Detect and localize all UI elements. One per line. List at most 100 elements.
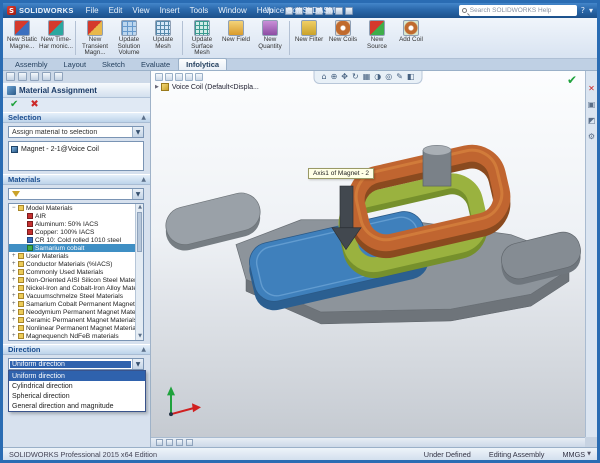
material-tree-item[interactable]: Ceramic Permanent Magnet Materials: [9, 316, 135, 324]
material-tree-item[interactable]: Neodymium Permanent Magnet Materials: [9, 308, 135, 316]
materials-section-header[interactable]: Materials ▲: [3, 174, 150, 185]
selection-list[interactable]: Magnet - 2-1@Voice Coil: [8, 141, 144, 171]
chevron-down-icon[interactable]: ▼: [132, 359, 143, 369]
ribbon-button[interactable]: Update Surface Mesh: [185, 18, 219, 58]
dropdown-option[interactable]: General direction and magnitude: [9, 401, 145, 411]
help-search-box[interactable]: [459, 5, 577, 16]
ribbon-button[interactable]: Add Coil: [394, 18, 428, 58]
material-tree-item[interactable]: Copper: 100% IACS: [9, 228, 135, 236]
ribbon-button[interactable]: Update Solution Volume: [112, 18, 146, 58]
ribbon-button[interactable]: New Field: [219, 18, 253, 58]
search-input[interactable]: [470, 7, 574, 14]
ribbon-button[interactable]: New Source: [360, 18, 394, 58]
assembly-tree-root[interactable]: ▶ Voice Coil (Default<Displa...: [155, 83, 259, 91]
menu-item[interactable]: View: [128, 5, 153, 16]
command-tab[interactable]: Infolytica: [178, 58, 227, 70]
3d-views-tab-icon[interactable]: [176, 439, 183, 446]
ribbon-button[interactable]: Update Mesh: [146, 18, 180, 58]
material-tree-item[interactable]: Commonly Used Materials: [9, 268, 135, 276]
custom-properties-icon[interactable]: ⚙: [588, 133, 595, 141]
task-pane-icon[interactable]: ▣: [588, 101, 596, 109]
options-icon[interactable]: [345, 7, 353, 15]
property-manager-tab-icon[interactable]: [165, 73, 173, 81]
ribbon-button[interactable]: New Time-Har monic...: [39, 18, 73, 58]
dropdown-option[interactable]: Uniform direction: [9, 371, 145, 381]
material-tree-item[interactable]: Magnequench NdFeB materials: [9, 332, 135, 340]
expand-toolbar-icon[interactable]: ▾: [589, 6, 593, 15]
material-tree-item[interactable]: Model Materials: [9, 204, 135, 212]
chevron-down-icon[interactable]: ▼: [132, 189, 143, 199]
ribbon-button[interactable]: New Transient Magn...: [78, 18, 112, 58]
model-tab-icon[interactable]: [156, 439, 163, 446]
ribbon-button[interactable]: New Filter: [292, 18, 326, 58]
command-tab[interactable]: Sketch: [94, 58, 133, 70]
edit-appearance-icon[interactable]: ✎: [396, 73, 403, 81]
zoom-to-fit-icon[interactable]: ⌂: [322, 73, 327, 81]
ribbon-button[interactable]: New Static Magne...: [5, 18, 39, 58]
configuration-manager-tab-icon[interactable]: [175, 73, 183, 81]
command-tab[interactable]: Assembly: [7, 58, 56, 70]
scroll-down-icon[interactable]: ▼: [136, 333, 144, 340]
dropdown-option[interactable]: Cylindrical direction: [9, 381, 145, 391]
display-manager-tab-icon[interactable]: [195, 73, 203, 81]
command-tab[interactable]: Evaluate: [133, 58, 178, 70]
view-orientation-icon[interactable]: ▦: [363, 73, 371, 81]
selection-list-item[interactable]: Magnet - 2-1@Voice Coil: [11, 144, 141, 154]
feature-manager-tab-icon[interactable]: [6, 72, 15, 81]
selection-section-header[interactable]: Selection ▲: [3, 112, 150, 123]
material-tree-item[interactable]: Conductor Materials (%IACS): [9, 260, 135, 268]
appearances-pane-icon[interactable]: ◩: [588, 117, 596, 125]
help-icon[interactable]: ?: [581, 6, 585, 15]
display-manager-tab-icon[interactable]: [54, 72, 63, 81]
rebuild-icon[interactable]: [335, 7, 343, 15]
ribbon-button[interactable]: New Coils: [326, 18, 360, 58]
material-tree-item[interactable]: Samarium Cobalt Permanent Magnet Materia…: [9, 300, 135, 308]
direction-section-header[interactable]: Direction ▲: [3, 344, 150, 355]
section-view-icon[interactable]: ◧: [407, 73, 415, 81]
pan-icon[interactable]: ✥: [341, 73, 348, 81]
expander-icon[interactable]: ▶: [155, 84, 159, 90]
zoom-area-icon[interactable]: ⊕: [331, 73, 338, 81]
material-tree-item[interactable]: Nickel-Iron and Cobalt-Iron Alloy Materi…: [9, 284, 135, 292]
chevron-down-icon[interactable]: ▼: [132, 127, 143, 137]
graphics-viewport[interactable]: ⌂ ⊕✥ ↻ ▦◑ ◎ ✎ ◧ ▶ Voice Coil (Default<Displa..…: [151, 71, 585, 437]
material-tree-item[interactable]: AIR: [9, 212, 135, 220]
assembly-3d-model[interactable]: [151, 71, 585, 437]
material-tree-item[interactable]: Vacuumschmelze Steel Materials: [9, 292, 135, 300]
material-tree-item[interactable]: Nonlinear Permanent Magnet Materials: [9, 324, 135, 332]
ok-button[interactable]: ✔: [10, 100, 18, 110]
feature-manager-tab-icon[interactable]: [155, 73, 163, 81]
close-pane-icon[interactable]: ✕: [588, 85, 595, 93]
command-tab[interactable]: Layout: [56, 58, 95, 70]
scroll-up-icon[interactable]: ▲: [136, 204, 144, 211]
menu-item[interactable]: Insert: [156, 5, 184, 16]
dimxpert-manager-tab-icon[interactable]: [185, 73, 193, 81]
dropdown-option[interactable]: Spherical direction: [9, 391, 145, 401]
material-filter-box[interactable]: ▼: [8, 188, 144, 200]
direction-combobox[interactable]: Uniform direction ▼: [8, 358, 144, 370]
menu-item[interactable]: File: [82, 5, 103, 16]
menu-item[interactable]: Window: [214, 5, 250, 16]
motion-study-tab-icon[interactable]: [166, 439, 173, 446]
dimxpert-manager-tab-icon[interactable]: [42, 72, 51, 81]
assign-material-combo[interactable]: Assign material to selection ▼: [8, 126, 144, 138]
scrollbar-thumb[interactable]: [137, 212, 142, 252]
menu-item[interactable]: Edit: [105, 5, 127, 16]
material-tree-item[interactable]: CR 10: Cold rolled 1010 steel: [9, 236, 135, 244]
hide-show-items-icon[interactable]: ◎: [385, 73, 392, 81]
units-selector[interactable]: MMGS ▼: [562, 450, 591, 459]
cancel-button[interactable]: ✖: [30, 100, 38, 110]
configuration-manager-tab-icon[interactable]: [30, 72, 39, 81]
material-tree-item[interactable]: Aluminum: 50% IACS: [9, 220, 135, 228]
rotate-view-icon[interactable]: ↻: [352, 73, 359, 81]
menu-item[interactable]: Tools: [186, 5, 213, 16]
property-manager-tab-icon[interactable]: [18, 72, 27, 81]
simulation-tab-icon[interactable]: [186, 439, 193, 446]
material-tree-item[interactable]: Samarium cobalt: [9, 244, 135, 252]
material-tree-item[interactable]: User Materials: [9, 252, 135, 260]
display-style-icon[interactable]: ◑: [374, 73, 381, 81]
tree-scrollbar[interactable]: ▲ ▼: [135, 204, 143, 340]
confirmation-corner-ok-icon[interactable]: ✔: [567, 73, 577, 87]
ribbon-button[interactable]: New Quantity: [253, 18, 287, 58]
material-tree-item[interactable]: Non-Oriented AISI Silicon Steel Material…: [9, 276, 135, 284]
